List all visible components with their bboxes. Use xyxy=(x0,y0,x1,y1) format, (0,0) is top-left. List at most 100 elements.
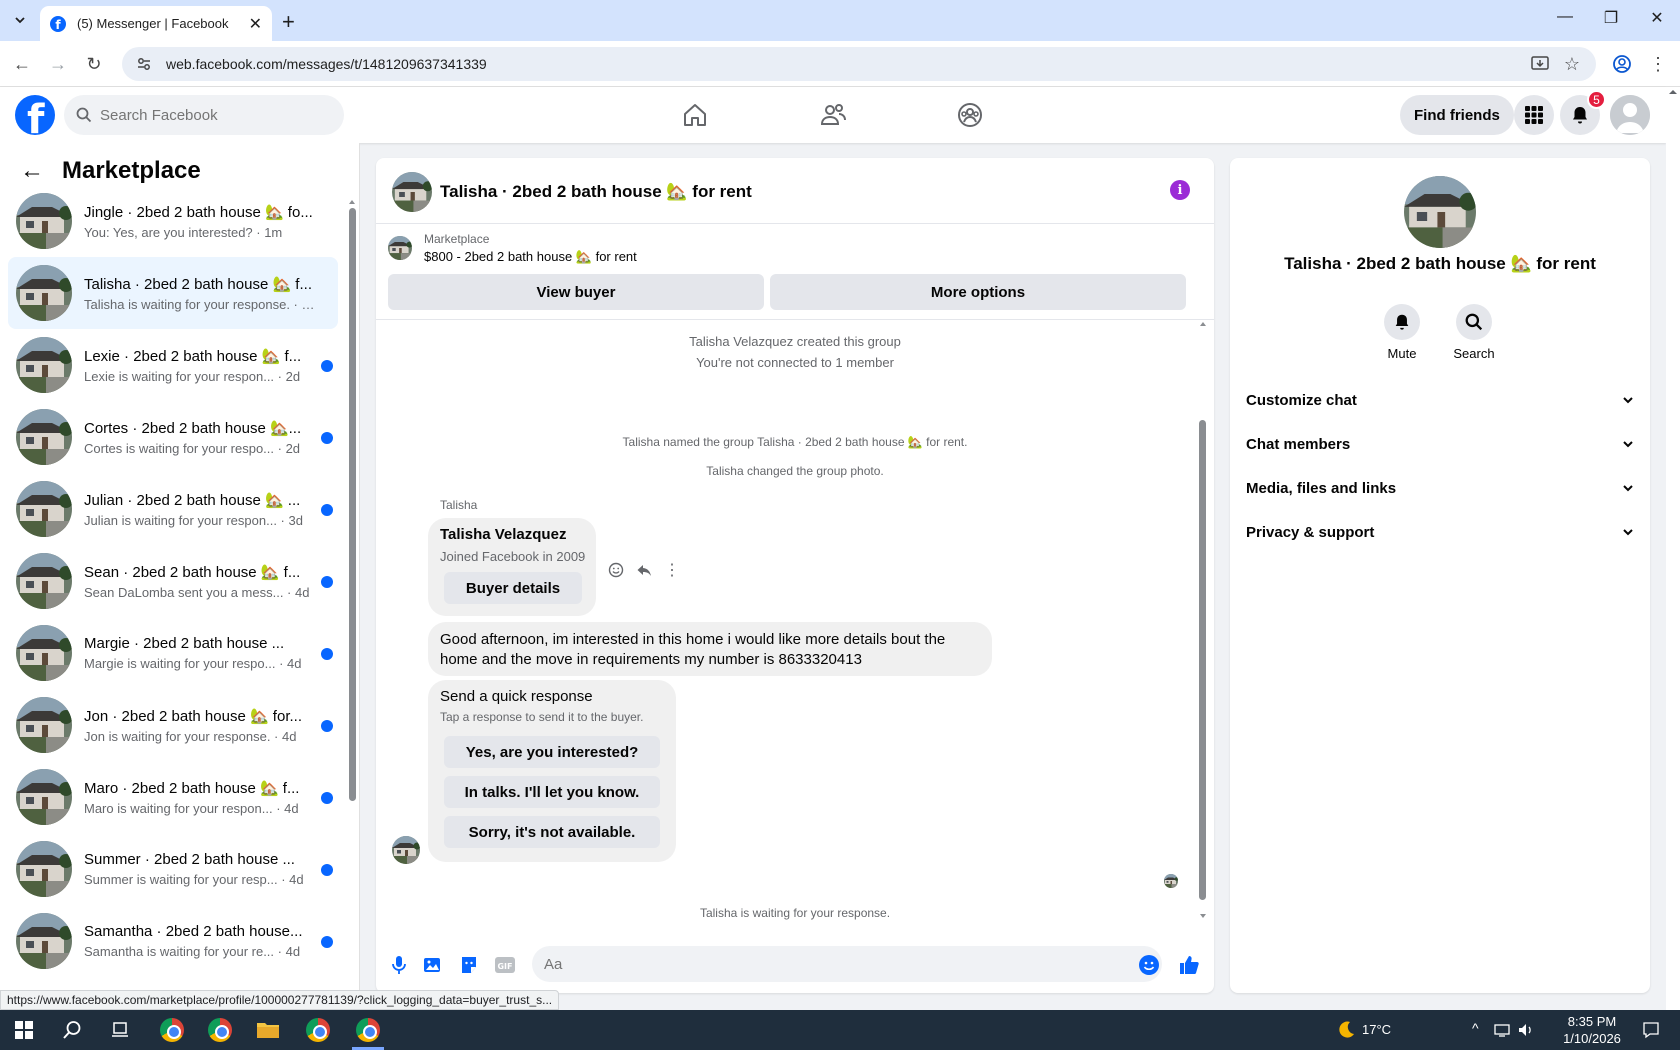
close-tab-icon[interactable]: ✕ xyxy=(249,14,262,34)
privacy-support-section[interactable]: Privacy & support xyxy=(1246,512,1634,552)
media-files-links-section[interactable]: Media, files and links xyxy=(1246,468,1634,508)
find-friends-button[interactable]: Find friends xyxy=(1400,95,1514,135)
conversation-text: Maro · 2bed 2 bath house 🏡 f... Maro is w… xyxy=(84,779,316,816)
message-input-box[interactable] xyxy=(532,946,1162,982)
conversation-thumbnail xyxy=(16,337,72,393)
conversation-name: Jon · 2bed 2 bath house 🏡 for... xyxy=(84,707,302,725)
listing-thumbnail[interactable] xyxy=(388,236,412,260)
conversation-name: Maro · 2bed 2 bath house 🏡 f... xyxy=(84,779,300,797)
conversation-item[interactable]: Margie · 2bed 2 bath house ... Margie is … xyxy=(8,617,338,689)
minimize-window-button[interactable]: — xyxy=(1550,8,1580,26)
chat-scrollbar[interactable] xyxy=(1198,320,1208,920)
site-info-icon[interactable] xyxy=(136,56,152,72)
customize-chat-section[interactable]: Customize chat xyxy=(1246,380,1634,420)
network-icon[interactable] xyxy=(1492,1010,1512,1050)
tab-search-dropdown[interactable] xyxy=(8,8,32,32)
menu-grid-icon[interactable] xyxy=(1514,95,1554,135)
chat-header: Talisha · 2bed 2 bath house 🏡 for rent i xyxy=(376,158,1214,224)
emoji-icon[interactable] xyxy=(1138,954,1160,976)
microphone-icon[interactable] xyxy=(388,954,410,976)
back-arrow-icon[interactable]: ← xyxy=(20,157,44,185)
conversation-item[interactable]: Cortes · 2bed 2 bath house 🏡... Cortes is… xyxy=(8,401,338,473)
buyer-details-button[interactable]: Buyer details xyxy=(444,572,582,604)
chat-title[interactable]: Talisha · 2bed 2 bath house 🏡 for rent xyxy=(440,182,752,202)
close-window-button[interactable]: ✕ xyxy=(1642,8,1672,28)
section-label: Media, files and links xyxy=(1246,479,1397,497)
bookmark-star-icon[interactable]: ☆ xyxy=(1560,52,1584,76)
listing-title[interactable]: $800 - 2bed 2 bath house 🏡 for rent xyxy=(424,249,637,265)
browser-menu-icon[interactable]: ⋮ xyxy=(1646,52,1670,76)
quick-response-yes-button[interactable]: Yes, are you interested? xyxy=(444,736,660,768)
conversation-item[interactable]: Summer · 2bed 2 bath house ... Summer is … xyxy=(8,833,338,905)
clock-time[interactable]: 8:35 PM xyxy=(1562,1014,1622,1029)
friends-icon[interactable] xyxy=(819,101,847,129)
chrome-taskbar-icon[interactable] xyxy=(196,1010,244,1050)
conversation-thumbnail xyxy=(16,481,72,537)
profile-icon[interactable] xyxy=(1610,52,1634,76)
conversation-preview: Talisha is waiting for your response. · … xyxy=(84,296,316,312)
quick-response-title: Send a quick response xyxy=(440,688,593,705)
reply-icon[interactable] xyxy=(634,560,654,580)
windows-start-icon[interactable] xyxy=(0,1010,48,1050)
conversation-item[interactable]: Lexie · 2bed 2 bath house 🏡 f... Lexie is… xyxy=(8,329,338,401)
facebook-search[interactable] xyxy=(64,95,344,135)
search-in-conversation-button[interactable]: Search xyxy=(1444,304,1504,361)
conversation-item[interactable]: Jon · 2bed 2 bath house 🏡 for... Jon is w… xyxy=(8,689,338,761)
system-message-named: Talisha named the group Talisha · 2bed 2… xyxy=(622,435,968,449)
account-avatar[interactable] xyxy=(1610,95,1650,135)
search-icon[interactable] xyxy=(48,1010,96,1050)
conversation-item[interactable]: Samantha · 2bed 2 bath house... Samantha … xyxy=(8,905,338,977)
conversation-item[interactable]: Talisha · 2bed 2 bath house 🏡 f... Talish… xyxy=(8,257,338,329)
address-bar[interactable]: web.facebook.com/messages/t/148120963734… xyxy=(122,47,1596,81)
group-photo[interactable] xyxy=(1404,176,1476,248)
home-icon[interactable] xyxy=(681,101,709,129)
facebook-logo-icon[interactable]: f xyxy=(15,95,55,135)
info-icon[interactable]: i xyxy=(1170,180,1190,200)
conversation-preview: Cortes is waiting for your respo... · 2d xyxy=(84,440,301,456)
quick-response-talks-button[interactable]: In talks. I'll let you know. xyxy=(444,776,660,808)
search-input[interactable] xyxy=(100,106,320,124)
sender-avatar[interactable] xyxy=(392,836,420,864)
view-buyer-button[interactable]: View buyer xyxy=(388,274,764,310)
chrome-taskbar-icon[interactable] xyxy=(148,1010,196,1050)
profile-card: Talisha Velazquez Joined Facebook in 200… xyxy=(428,518,596,616)
chat-members-section[interactable]: Chat members xyxy=(1246,424,1634,464)
restore-window-button[interactable]: ❐ xyxy=(1596,8,1626,28)
house-photo-icon xyxy=(392,172,432,212)
new-tab-button[interactable]: + xyxy=(282,9,295,35)
temperature: 17°C xyxy=(1362,1022,1392,1037)
weather-icon[interactable] xyxy=(1336,1010,1356,1050)
more-actions-icon[interactable]: ⋮ xyxy=(662,560,682,580)
quick-response-sorry-button[interactable]: Sorry, it's not available. xyxy=(444,816,660,848)
back-button[interactable]: ← xyxy=(10,52,34,76)
gif-icon[interactable]: GIF xyxy=(494,954,516,976)
tray-chevron-up-icon[interactable]: ^ xyxy=(1472,1020,1479,1036)
file-explorer-icon[interactable] xyxy=(244,1010,292,1050)
chat-avatar[interactable] xyxy=(392,172,432,212)
conversation-item[interactable]: Jingle · 2bed 2 bath house 🏡 fo... You: Y… xyxy=(8,185,338,257)
notification-center-icon[interactable] xyxy=(1636,1010,1666,1050)
conversation-item[interactable]: Maro · 2bed 2 bath house 🏡 f... Maro is w… xyxy=(8,761,338,833)
forward-button[interactable]: → xyxy=(46,52,70,76)
conversation-item[interactable]: Sean · 2bed 2 bath house 🏡 f... Sean DaLo… xyxy=(8,545,338,617)
groups-icon[interactable] xyxy=(956,101,984,129)
chrome-taskbar-icon[interactable] xyxy=(294,1010,342,1050)
message-input[interactable] xyxy=(544,955,1104,973)
browser-tab[interactable]: f (5) Messenger | Facebook ✕ xyxy=(40,6,272,41)
reload-button[interactable]: ↻ xyxy=(82,52,106,76)
react-emoji-icon[interactable] xyxy=(606,560,626,580)
list-scrollbar[interactable] xyxy=(348,198,356,948)
page-scrollbar[interactable] xyxy=(1666,87,1680,1010)
sticker-icon[interactable] xyxy=(458,954,480,976)
task-view-icon[interactable] xyxy=(96,1010,144,1050)
clock-date[interactable]: 1/10/2026 xyxy=(1562,1031,1622,1046)
mute-button[interactable]: Mute xyxy=(1372,304,1432,361)
more-options-button[interactable]: More options xyxy=(770,274,1186,310)
chrome-taskbar-icon-active[interactable] xyxy=(344,1010,392,1050)
thumbs-up-icon[interactable] xyxy=(1178,954,1200,976)
seen-avatar xyxy=(1164,874,1178,888)
photo-icon[interactable] xyxy=(422,954,444,976)
install-app-icon[interactable] xyxy=(1528,52,1552,76)
volume-icon[interactable] xyxy=(1516,1010,1536,1050)
conversation-item[interactable]: Julian · 2bed 2 bath house 🏡 ... Julian i… xyxy=(8,473,338,545)
